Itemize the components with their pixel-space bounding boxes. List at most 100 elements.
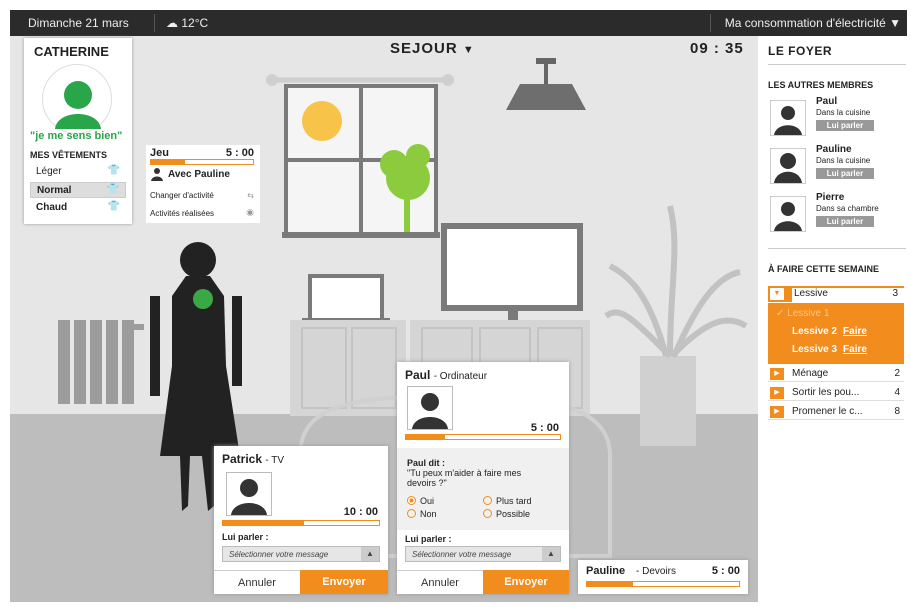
cancel-button[interactable]: Annuler (214, 570, 300, 594)
option-oui[interactable]: Oui (407, 496, 434, 506)
member-location: Dans la cuisine (816, 156, 871, 165)
send-button[interactable]: Envoyer (300, 570, 388, 594)
patrick-device: - TV (265, 455, 285, 466)
option-label: Oui (420, 496, 435, 506)
clothes-option-normal[interactable]: Normal 👕 (30, 182, 126, 198)
divider (154, 14, 155, 32)
person-icon (412, 393, 448, 429)
chevron-down-icon: ▼ (770, 288, 784, 300)
paul-quote: "Tu peux m'aider à faire mes devoirs ?" (407, 468, 522, 488)
avatar-icon (55, 81, 101, 129)
paul-time: 5 : 00 (530, 422, 559, 434)
member-name: Paul (816, 96, 838, 107)
task-count: 8 (894, 406, 900, 417)
member-pierre: Pierre Dans sa chambre Lui parler (770, 192, 910, 236)
chevron-right-icon: ▶ (770, 368, 784, 380)
chevron-up-icon: ▲ (361, 547, 379, 561)
talk-button[interactable]: Lui parler (816, 216, 874, 227)
chevron-right-icon: ▶ (770, 387, 784, 399)
profile-card: CATHERINE "je me sens bien" MES VÊTEMENT… (24, 38, 132, 224)
activity-panel: Jeu 5 : 00 Avec Pauline Changer d'activi… (146, 145, 260, 223)
tshirt-icon: 👕 (107, 165, 120, 176)
chevron-down-icon: ▼ (462, 44, 475, 56)
tshirt-icon: 👕 (106, 184, 119, 195)
cancel-button[interactable]: Annuler (397, 570, 483, 594)
sidebar-title: LE FOYER (768, 44, 833, 58)
task-count: 4 (894, 387, 900, 398)
patrick-card: Patrick - TV 10 : 00 Lui parler : Sélect… (214, 446, 388, 594)
task-lessive[interactable]: ▼ Lessive 3 ✓ Lessive 1 Lessive 2 Faire L… (768, 286, 904, 364)
change-activity-link[interactable]: Changer d'activité (150, 191, 214, 200)
member-pauline: Pauline Dans la cuisine Lui parler (770, 144, 910, 188)
profile-name: CATHERINE (34, 44, 109, 59)
paul-card: Paul - Ordinateur 5 : 00 Paul dit : "Tu … (397, 362, 569, 594)
clothes-label: Chaud (36, 202, 68, 213)
person-icon (231, 479, 267, 515)
cloud-sun-icon: ☁ (166, 16, 178, 30)
divider (710, 14, 711, 32)
paul-avatar (407, 386, 453, 430)
task-promener[interactable]: ▶ Promener le c... 8 (768, 404, 904, 420)
divider (768, 248, 906, 249)
message-select[interactable]: Sélectionner votre message ▲ (405, 546, 561, 562)
clothes-option-light[interactable]: Léger 👕 (30, 164, 126, 180)
send-button[interactable]: Envoyer (483, 570, 569, 594)
message-select[interactable]: Sélectionner votre message ▲ (222, 546, 380, 562)
member-location: Dans la cuisine (816, 108, 871, 117)
avatar[interactable] (42, 64, 112, 134)
pauline-time: 5 : 00 (711, 565, 740, 577)
clothes-option-warm[interactable]: Chaud 👕 (30, 200, 126, 216)
subtask: Lessive 3 Faire (792, 344, 867, 355)
patrick-name: Patrick (222, 452, 263, 466)
message-placeholder: Sélectionner votre message (229, 550, 329, 559)
task-label: Ménage (792, 368, 829, 379)
patrick-avatar (226, 472, 272, 516)
weather-temp: 12°C (181, 16, 209, 30)
eye-icon: ◉ (246, 207, 254, 217)
option-label: Non (420, 509, 437, 519)
top-bar: Dimanche 21 mars ☁ 12°C Ma consommation … (10, 10, 907, 36)
do-link[interactable]: Faire (843, 344, 867, 355)
option-label: Plus tard (496, 496, 532, 506)
talk-button[interactable]: Lui parler (816, 120, 874, 131)
pauline-device: - Devoirs (636, 566, 677, 577)
chevron-up-icon: ▲ (542, 547, 560, 561)
option-label: Possible (496, 509, 531, 519)
subtask-done: ✓ Lessive 1 (776, 308, 830, 319)
room-selector[interactable]: SEJOUR ▼ (390, 40, 475, 57)
sweater-icon: 👕 (107, 201, 120, 212)
person-icon (151, 168, 163, 181)
task-label: Sortir les pou... (792, 387, 860, 398)
paul-says-label: Paul dit : (407, 458, 445, 468)
task-menage[interactable]: ▶ Ménage 2 (768, 366, 904, 382)
option-possible[interactable]: Possible (483, 509, 530, 519)
members-title: LES AUTRES MEMBRES (768, 80, 874, 90)
talk-button[interactable]: Lui parler (816, 168, 874, 179)
task-count: 2 (894, 368, 900, 379)
chevron-right-icon: ▶ (770, 406, 784, 418)
task-sortir[interactable]: ▶ Sortir les pou... 4 (768, 385, 904, 401)
sidebar: LE FOYER LES AUTRES MEMBRES Paul Dans la… (760, 36, 911, 607)
date-label: Dimanche 21 mars (28, 16, 129, 30)
swap-icon: ⇆ (247, 191, 254, 200)
do-link[interactable]: Faire (843, 326, 867, 337)
activity-name: Jeu (150, 147, 169, 159)
chevron-down-icon: ▼ (889, 16, 901, 30)
weather-widget: ☁ 12°C (166, 16, 208, 30)
talk-label: Lui parler : (222, 532, 269, 542)
clothes-label: Léger (36, 166, 62, 177)
patrick-time: 10 : 00 (343, 506, 378, 518)
member-paul: Paul Dans la cuisine Lui parler (770, 96, 910, 140)
done-activities-link[interactable]: Activités réalisées (150, 209, 214, 218)
member-name: Pauline (816, 144, 852, 155)
option-plus-tard[interactable]: Plus tard (483, 496, 532, 506)
clothes-label: Normal (37, 185, 72, 196)
tasks-title: À FAIRE CETTE SEMAINE (768, 264, 880, 274)
member-name: Pierre (816, 192, 845, 203)
pauline-card[interactable]: Pauline - Devoirs 5 : 00 (578, 560, 748, 594)
person-icon (770, 100, 806, 136)
member-location: Dans sa chambre (816, 204, 879, 213)
talk-label: Lui parler : (405, 534, 452, 544)
option-non[interactable]: Non (407, 509, 437, 519)
consumption-menu[interactable]: Ma consommation d'électricité ▼ (725, 16, 901, 30)
